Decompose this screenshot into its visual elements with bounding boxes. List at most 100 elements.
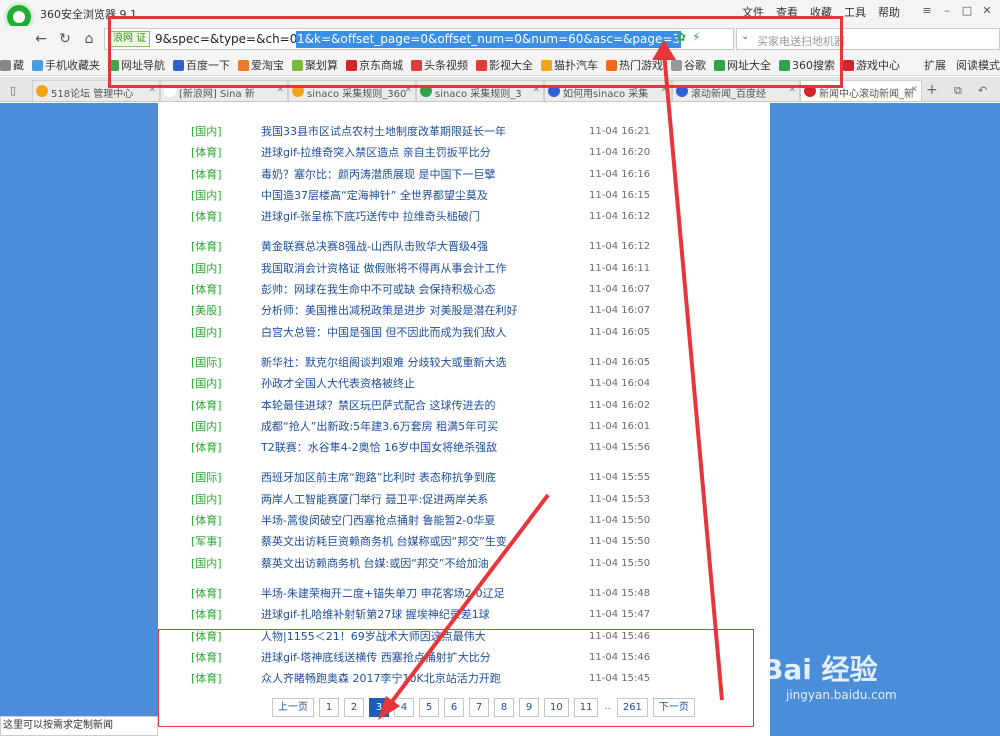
tab-label: 如何用sinaco 采集: [563, 89, 649, 100]
tab-label: 518论坛 管理中心: [51, 89, 134, 100]
news-headline-link[interactable]: 我国33县市区试点农村土地制度改革期限延长一年: [261, 121, 506, 142]
bookmarks-right: 扩展 阅读模式: [924, 57, 1000, 73]
news-time: 11-04 16:12: [589, 241, 651, 253]
news-category[interactable]: [体育]: [191, 236, 222, 257]
news-row: [国内] 孙政才全国人大代表资格被终止 11-04 16:04: [158, 373, 770, 394]
news-time: 11-04 16:05: [589, 326, 651, 338]
news-row: [国内] 蔡英文出访赖商务机 台媒:或因“邦交”不给加油 11-04 15:50: [158, 553, 770, 574]
sidebar-toggle-icon[interactable]: ▯: [10, 84, 16, 97]
extensions-button[interactable]: 扩展: [924, 57, 946, 73]
news-category[interactable]: [国内]: [191, 553, 222, 574]
bookmark-item[interactable]: 游戏中心: [843, 57, 900, 73]
news-category[interactable]: [体育]: [191, 164, 222, 185]
news-headline-link[interactable]: 本轮最佳进球？禁区玩巴萨式配合 这球传进去的: [261, 395, 496, 416]
news-category[interactable]: [国内]: [191, 489, 222, 510]
news-category[interactable]: [国际]: [191, 352, 222, 373]
news-headline-link[interactable]: 毒奶？塞尔比：颜丙涛潜质展现 是中国下一巨擘: [261, 164, 496, 185]
news-headline-link[interactable]: 半场-蒿俊闵破空门西塞抢点捅射 鲁能暂2-0华夏: [261, 510, 495, 531]
news-headline-link[interactable]: 我国取消会计资格证 做假账将不得再从事会计工作: [261, 258, 507, 279]
news-row: [国内] 成都“抢人”出新政:5年建3.6万套房 租满5年可买 11-04 16:0…: [158, 416, 770, 437]
news-row: [国际] 新华社：默克尔组阁谈判艰难 分歧较大或重新大选 11-04 16:05: [158, 352, 770, 373]
menu-tools[interactable]: 工具: [844, 4, 866, 20]
news-category[interactable]: [体育]: [191, 279, 222, 300]
news-headline-link[interactable]: 成都“抢人”出新政:5年建3.6万套房 租满5年可买: [261, 416, 498, 437]
news-headline-link[interactable]: 进球gif-扎哈维补射斩第27球 握埃神纪录差1球: [261, 604, 490, 625]
news-headline-link[interactable]: 两岸人工智能赛厦门举行 聂卫平:促进两岸关系: [261, 489, 488, 510]
refresh-icon[interactable]: ↻: [54, 29, 76, 49]
close-icon[interactable]: ✕: [978, 3, 996, 19]
pager-annotation-box: [158, 629, 754, 727]
news-category[interactable]: [体育]: [191, 142, 222, 163]
news-headline-link[interactable]: 蔡英文出访耗巨资赖商务机 台媒称或因“邦交”生变: [261, 531, 507, 552]
news-category[interactable]: [国内]: [191, 322, 222, 343]
news-headline-link[interactable]: T2联赛：水谷隼4-2奥恰 16岁中国女将绝杀强敌: [261, 437, 497, 458]
tab-close-icon[interactable]: ✕: [910, 85, 918, 95]
news-category[interactable]: [体育]: [191, 395, 222, 416]
news-category[interactable]: [国内]: [191, 121, 222, 142]
news-time: 11-04 16:01: [589, 420, 651, 432]
news-headline-link[interactable]: 西班牙加区前主席“跑路”比利时 表态称抗争到底: [261, 467, 496, 488]
bookmark-item[interactable]: 手机收藏夹: [32, 57, 100, 73]
news-row: [国内] 两岸人工智能赛厦门举行 聂卫平:促进两岸关系 11-04 15:53: [158, 489, 770, 510]
news-category[interactable]: [国内]: [191, 258, 222, 279]
news-category[interactable]: [体育]: [191, 604, 222, 625]
page-footer-strip: [160, 728, 760, 736]
news-time: 11-04 16:12: [589, 211, 651, 223]
left-tip: 这里可以按需求定制新闻: [0, 716, 158, 736]
news-headline-link[interactable]: 新华社：默克尔组阁谈判艰难 分歧较大或重新大选: [261, 352, 507, 373]
news-headline-link[interactable]: 进球gif-张呈栋下底巧送传中 拉维奇头槌破门: [261, 206, 480, 227]
news-time: 11-04 16:11: [589, 262, 651, 274]
bookmark-label: 游戏中心: [856, 59, 900, 72]
news-headline-link[interactable]: 分析师：美国推出减税政策是进步 对美股是潜在利好: [261, 300, 518, 321]
window-controls: ≡ – □ ✕: [918, 3, 996, 19]
tab-label: [新浪网] Sina 新: [179, 89, 255, 100]
news-time: 11-04 15:47: [589, 609, 651, 621]
back-icon[interactable]: ←: [30, 29, 52, 49]
news-category[interactable]: [国内]: [191, 373, 222, 394]
bookmark-label: 藏: [13, 59, 24, 72]
news-headline-link[interactable]: 中国造37层楼高“定海神针” 全世界都望尘莫及: [261, 185, 488, 206]
news-headline-link[interactable]: 孙政才全国人大代表资格被终止: [261, 373, 415, 394]
undo-close-icon[interactable]: ↶: [978, 84, 987, 97]
news-category[interactable]: [体育]: [191, 583, 222, 604]
news-time: 11-04 16:21: [589, 126, 651, 137]
news-row: [体育] 黄金联赛总决赛8强战-山西队击败华大晋级4强 11-04 16:12: [158, 236, 770, 257]
news-category[interactable]: [体育]: [191, 510, 222, 531]
bookmark-item[interactable]: 藏: [0, 57, 24, 73]
skin-icon[interactable]: ≡: [918, 3, 936, 19]
news-row: [国内] 中国造37层楼高“定海神针” 全世界都望尘莫及 11-04 16:15: [158, 185, 770, 206]
news-headline-link[interactable]: 黄金联赛总决赛8强战-山西队击败华大晋级4强: [261, 236, 488, 257]
news-time: 11-04 15:50: [589, 557, 651, 569]
news-category[interactable]: [体育]: [191, 206, 222, 227]
news-row: [体育] 进球gif-张呈栋下底巧送传中 拉维奇头槌破门 11-04 16:12: [158, 206, 770, 227]
news-headline-link[interactable]: 半场-朱建荣梅开二度+锚失单刀 申花客场2-0辽足: [261, 583, 505, 604]
news-row: [体育] 彭帅：网球在我生命中不可或缺 会保持积极心态 11-04 16:07: [158, 279, 770, 300]
news-list: [国内] 我国33县市区试点农村土地制度改革期限延长一年 11-04 16:21 [体…: [158, 121, 770, 689]
reading-mode-button[interactable]: 阅读模式: [956, 57, 1000, 73]
news-category[interactable]: [体育]: [191, 437, 222, 458]
news-time: 11-04 15:56: [589, 442, 651, 454]
restore-tab-icon[interactable]: ⧉: [954, 84, 962, 98]
news-category[interactable]: [国际]: [191, 467, 222, 488]
baidu-watermark: Bai 经验 jingyan.baidu.com: [762, 648, 962, 708]
news-time: 11-04 16:02: [589, 399, 651, 411]
news-headline-link[interactable]: 蔡英文出访赖商务机 台媒:或因“邦交”不给加油: [261, 553, 489, 574]
news-category[interactable]: [美股]: [191, 300, 222, 321]
news-headline-link[interactable]: 彭帅：网球在我生命中不可或缺 会保持积极心态: [261, 279, 496, 300]
news-category[interactable]: [国内]: [191, 416, 222, 437]
news-headline-link[interactable]: 白宫大总管：中国是强国 但不因此而成为我们敌人: [261, 322, 507, 343]
tab-favicon-icon: [36, 85, 48, 97]
new-tab-icon[interactable]: +: [926, 82, 938, 98]
home-icon[interactable]: ⌂: [78, 29, 100, 49]
news-row: [体育] 进球gif-扎哈维补射斩第27球 握埃神纪录差1球 11-04 15:47: [158, 604, 770, 625]
news-row: [国内] 我国取消会计资格证 做假账将不得再从事会计工作 11-04 16:11: [158, 258, 770, 279]
menu-help[interactable]: 帮助: [878, 4, 900, 20]
tab-label: sinaco 采集规则_360: [307, 89, 407, 100]
news-headline-link[interactable]: 进球gif-拉维奇突入禁区造点 亲自主罚扳平比分: [261, 142, 491, 163]
news-time: 11-04 16:07: [589, 284, 651, 296]
news-category[interactable]: [军事]: [191, 531, 222, 552]
news-category[interactable]: [国内]: [191, 185, 222, 206]
minimize-icon[interactable]: –: [938, 3, 956, 19]
news-row: [国际] 西班牙加区前主席“跑路”比利时 表态称抗争到底 11-04 15:55: [158, 467, 770, 488]
maximize-icon[interactable]: □: [958, 3, 976, 19]
